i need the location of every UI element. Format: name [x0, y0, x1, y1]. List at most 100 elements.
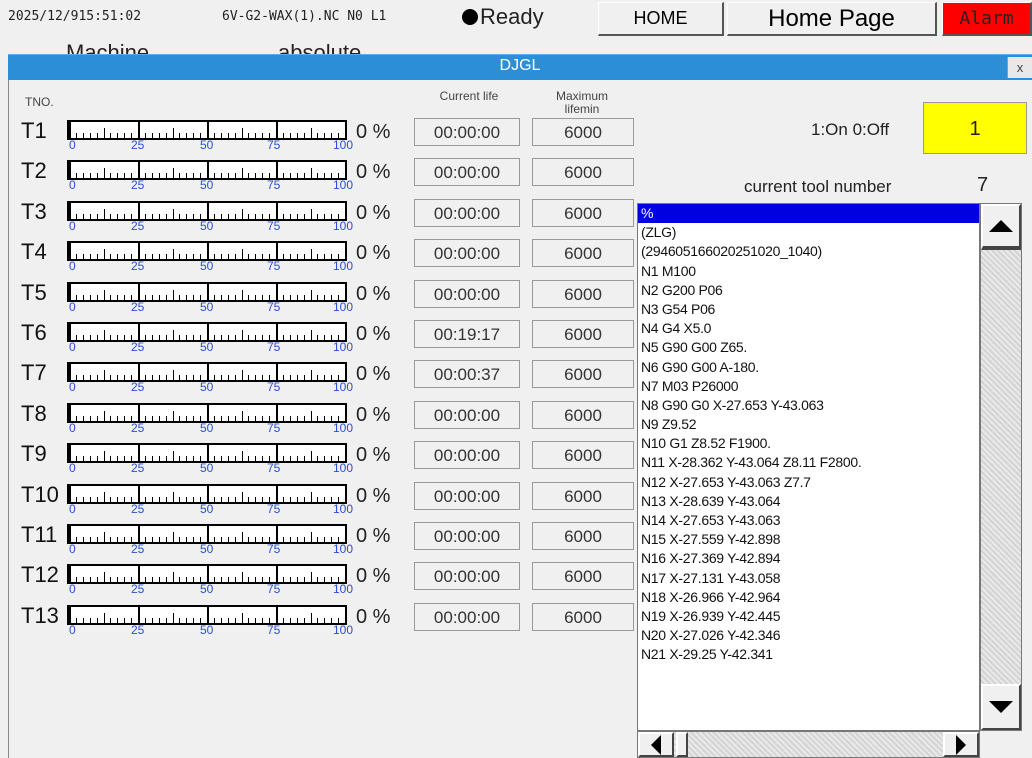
gauge-tick [234, 254, 236, 260]
close-button[interactable]: x [1007, 57, 1032, 78]
program-line[interactable]: N11 X-28.362 Y-43.064 Z8.11 F2800. [638, 453, 979, 472]
program-line[interactable]: N13 X-28.639 Y-43.064 [638, 492, 979, 511]
current-life-field[interactable]: 00:00:00 [414, 441, 520, 470]
tool-life-gauge [67, 200, 347, 221]
program-line[interactable]: N3 G54 P06 [638, 300, 979, 319]
arrow-up-icon [989, 220, 1013, 232]
max-life-field[interactable]: 6000 [532, 198, 634, 227]
gauge-tick [255, 617, 257, 623]
current-life-field[interactable]: 00:00:00 [414, 239, 520, 268]
program-line[interactable]: N4 G4 X5.0 [638, 319, 979, 338]
gauge-scale-number: 25 [131, 501, 145, 516]
gauge-tick [165, 375, 167, 381]
program-line[interactable]: N2 G200 P06 [638, 281, 979, 300]
program-line[interactable]: N21 X-29.25 Y-42.341 [638, 645, 979, 664]
max-life-field[interactable]: 6000 [532, 320, 634, 348]
current-life-field[interactable]: 00:00:00 [414, 279, 520, 308]
max-life-field[interactable]: 6000 [532, 481, 634, 510]
program-line[interactable]: N1 M100 [638, 262, 979, 281]
gauge-tick [241, 330, 243, 340]
current-life-field[interactable]: 00:00:00 [414, 158, 520, 187]
current-life-field[interactable]: 00:00:00 [414, 562, 520, 591]
scroll-left-button[interactable] [638, 732, 674, 757]
gauge-tick [96, 456, 98, 462]
program-line[interactable]: N8 G90 G0 X-27.653 Y-43.063 [638, 396, 979, 415]
gauge-tick [317, 254, 319, 260]
gauge-tick [110, 617, 112, 623]
program-line[interactable]: N14 X-27.653 Y-43.063 [638, 511, 979, 530]
max-life-field[interactable]: 6000 [532, 602, 634, 631]
current-life-field[interactable]: 00:00:00 [414, 602, 520, 631]
horizontal-scrollbar[interactable] [637, 731, 980, 758]
gauge-tick [262, 213, 264, 219]
gauge-tick [158, 456, 160, 462]
gauge-tick [186, 133, 188, 138]
current-life-field[interactable]: 00:00:00 [414, 198, 520, 227]
gauge-tick [89, 577, 91, 583]
scroll-down-button[interactable] [981, 684, 1021, 730]
gauge-tick [151, 254, 153, 260]
program-line[interactable]: N15 X-27.559 Y-42.898 [638, 530, 979, 549]
horizontal-scroll-thumb[interactable] [676, 732, 688, 757]
program-line[interactable]: (ZLG) [638, 223, 979, 242]
gauge-tick [179, 375, 181, 381]
program-line[interactable]: N5 G90 G00 Z65. [638, 338, 979, 357]
scroll-right-button[interactable] [943, 732, 979, 757]
gauge-tick [117, 133, 119, 138]
program-line[interactable]: N20 X-27.026 Y-42.346 [638, 626, 979, 645]
program-line[interactable]: (294605166020251020_1040) [638, 242, 979, 261]
max-life-field[interactable]: 6000 [532, 400, 634, 429]
current-life-field[interactable]: 00:19:17 [414, 320, 520, 348]
gauge-tick [96, 335, 98, 340]
max-life-field[interactable]: 6000 [532, 360, 634, 389]
gauge-tick [186, 375, 188, 381]
gauge-tick [227, 173, 229, 179]
program-line[interactable]: N12 X-27.653 Y-43.063 Z7.7 [638, 473, 979, 492]
gauge-tick [213, 294, 215, 300]
max-life-field[interactable]: 6000 [532, 279, 634, 308]
gauge-tick [248, 173, 250, 179]
home-button[interactable]: HOME [598, 2, 724, 36]
tool-label: T1 [21, 118, 47, 143]
gauge-tick [165, 577, 167, 583]
tool-label: T5 [21, 279, 47, 305]
gauge-scale-number: 100 [333, 380, 354, 395]
program-line[interactable]: N6 G90 G00 A-180. [638, 358, 979, 377]
current-life-field[interactable]: 00:00:00 [414, 481, 520, 510]
max-life-field[interactable]: 6000 [532, 562, 634, 591]
program-line[interactable]: N19 X-26.939 Y-42.445 [638, 607, 979, 626]
vertical-scrollbar[interactable] [980, 203, 1022, 731]
gauge-tick [193, 577, 195, 583]
home-page-button[interactable]: Home Page [727, 2, 937, 36]
gauge-tick [220, 335, 222, 340]
program-listbox[interactable]: % (ZLG) (294605166020251020_1040) N1 M100 N2… [637, 203, 980, 731]
program-line[interactable]: N7 M03 P26000 [638, 377, 979, 396]
current-life-field[interactable]: 00:00:00 [414, 522, 520, 550]
tool-row: T2 0 25 50 75 100 0 % 00:00:00 6000 [9, 155, 649, 195]
max-life-field[interactable]: 6000 [532, 239, 634, 268]
current-life-field[interactable]: 00:00:37 [414, 360, 520, 389]
gauge-tick [138, 120, 140, 138]
gauge-scale-number: 75 [267, 218, 281, 233]
program-line[interactable]: N16 X-27.369 Y-42.894 [638, 549, 979, 568]
tool-life-gauge [67, 362, 347, 383]
gauge-tick [262, 537, 264, 542]
alarm-button[interactable]: Alarm [942, 2, 1032, 36]
max-life-field[interactable]: 6000 [532, 158, 634, 187]
gauge-tick [110, 213, 112, 219]
max-life-field[interactable]: 6000 [532, 118, 634, 146]
program-line[interactable]: N10 G1 Z8.52 F1900. [638, 434, 979, 453]
onoff-value-field[interactable]: 1 [923, 102, 1027, 154]
max-life-field[interactable]: 6000 [532, 441, 634, 470]
program-line[interactable]: N18 X-26.966 Y-42.964 [638, 588, 979, 607]
program-line[interactable]: N17 X-27.131 Y-43.058 [638, 569, 979, 588]
gauge-tick [324, 335, 326, 340]
max-life-field[interactable]: 6000 [532, 522, 634, 550]
program-line[interactable]: % [638, 204, 979, 224]
current-life-field[interactable]: 00:00:00 [414, 118, 520, 146]
current-life-field[interactable]: 00:00:00 [414, 400, 520, 429]
gauge-tick [165, 294, 167, 300]
gauge-tick [69, 160, 71, 179]
scroll-up-button[interactable] [981, 204, 1021, 250]
program-line[interactable]: N9 Z9.52 [638, 415, 979, 434]
